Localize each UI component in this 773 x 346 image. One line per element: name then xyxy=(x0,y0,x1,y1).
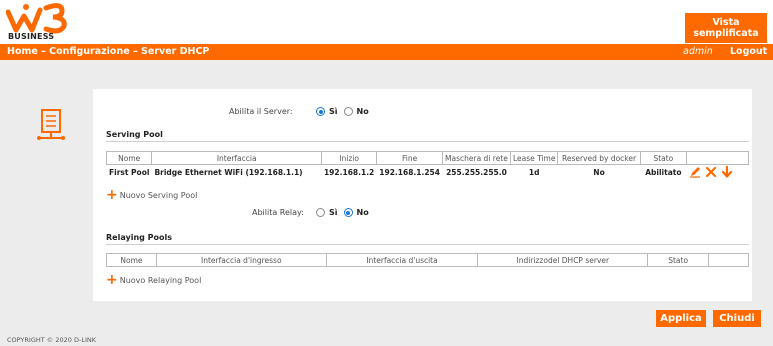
col-header-actions xyxy=(708,253,749,267)
col-header-stato: Stato xyxy=(647,253,710,267)
col-header-interfaccia-ingresso: Interfaccia d'ingresso xyxy=(155,253,327,267)
col-header-inizio: Inizio xyxy=(320,151,378,165)
col-header-reserved: Reserved by docker xyxy=(557,151,641,165)
serving-pool-title: Serving Pool xyxy=(106,130,163,139)
vista-semplificata-label: Vista semplificata xyxy=(693,17,759,39)
edit-icon[interactable] xyxy=(689,166,701,180)
close-button[interactable]: Chiudi xyxy=(713,310,761,327)
server-enable-no-label: No xyxy=(356,107,369,116)
serving-pool-header-row: Nome Interfaccia Inizio Fine Maschera di… xyxy=(105,151,749,165)
delete-icon[interactable] xyxy=(705,166,717,180)
add-relaying-pool-button[interactable]: + Nuovo Relaying Pool xyxy=(106,272,202,288)
relaying-pools-divider xyxy=(106,244,749,245)
cell-lease: 1d xyxy=(528,168,540,177)
col-header-stato: Stato xyxy=(639,151,688,165)
server-enable-si-label: Sì xyxy=(329,107,338,116)
col-header-interfaccia: Interfaccia xyxy=(151,151,322,165)
add-serving-pool-label: Nuovo Serving Pool xyxy=(119,190,198,200)
cell-maschera: 255.255.255.0 xyxy=(446,168,507,177)
breadcrumb: Home – Configurazione – Server DHCP xyxy=(7,46,210,57)
server-enable-radio-group: Sì No xyxy=(316,107,375,116)
col-header-maschera: Maschera di rete xyxy=(442,151,511,165)
relay-enable-si-radio[interactable] xyxy=(316,208,325,217)
cell-interfaccia: Bridge Ethernet WiFi (192.168.1.1) xyxy=(154,168,303,177)
cell-fine: 192.168.1.254 xyxy=(379,168,440,177)
logout-link[interactable]: Logout xyxy=(730,46,767,57)
vista-semplificata-button[interactable]: Vista semplificata xyxy=(685,13,767,43)
relaying-pools-table: Nome Interfaccia d'ingresso Interfaccia … xyxy=(106,253,749,267)
nav-bar: Home – Configurazione – Server DHCP admi… xyxy=(0,44,773,60)
col-header-interfaccia-uscita: Interfaccia d'uscita xyxy=(325,253,479,267)
relay-enable-label: Abilita Relay: xyxy=(252,208,304,217)
col-header-dhcp-server: Indirizzodel DHCP server xyxy=(477,253,649,267)
cell-stato: Abilitato xyxy=(645,168,682,177)
col-header-nome: Nome xyxy=(106,253,157,267)
table-row: First Pool Bridge Ethernet WiFi (192.168… xyxy=(107,165,749,181)
apply-label: Applica xyxy=(660,313,702,324)
col-header-fine: Fine xyxy=(376,151,443,165)
relaying-pools-title: Relaying Pools xyxy=(106,233,173,242)
plus-icon: + xyxy=(106,272,118,288)
add-relaying-pool-label: Nuovo Relaying Pool xyxy=(119,275,202,285)
close-label: Chiudi xyxy=(719,313,755,324)
w3-logo-graphic xyxy=(6,3,67,34)
cell-reserved: No xyxy=(593,168,605,177)
apply-button[interactable]: Applica xyxy=(656,310,706,327)
logo-text: BUSINESS xyxy=(8,32,55,41)
plus-icon: + xyxy=(106,187,118,203)
server-enable-no-radio[interactable] xyxy=(343,107,353,116)
copyright: COPYRIGHT © 2020 D-LINK xyxy=(7,336,96,344)
relay-enable-no-label: No xyxy=(356,208,369,217)
col-header-actions xyxy=(686,151,749,165)
cell-inizio: 192.168.1.2 xyxy=(323,168,375,177)
cell-nome: First Pool xyxy=(109,168,150,177)
col-header-lease-time: Lease Time xyxy=(509,151,559,165)
w3-business-logo: BUSINESS xyxy=(6,2,78,42)
current-user: admin xyxy=(683,46,713,57)
server-icon xyxy=(35,108,67,144)
serving-pool-divider xyxy=(106,141,749,142)
top-bar: BUSINESS Vista semplificata xyxy=(0,0,773,44)
serving-pool-table: Nome Interfaccia Inizio Fine Maschera di… xyxy=(105,151,749,181)
relay-enable-radio-group: Sì No xyxy=(316,208,375,217)
relay-enable-no-radio[interactable] xyxy=(343,208,353,217)
dhcp-server-panel: Abilita il Server: Sì No Serving Pool No… xyxy=(93,89,752,301)
col-header-nome: Nome xyxy=(105,151,153,165)
server-enable-si-radio[interactable] xyxy=(316,107,325,116)
server-enable-label: Abilita il Server: xyxy=(229,107,293,116)
move-down-icon[interactable] xyxy=(721,165,733,180)
cell-actions xyxy=(687,165,749,181)
relaying-pools-header-row: Nome Interfaccia d'ingresso Interfaccia … xyxy=(106,253,749,267)
relay-enable-si-label: Sì xyxy=(329,208,338,217)
add-serving-pool-button[interactable]: + Nuovo Serving Pool xyxy=(106,187,198,203)
